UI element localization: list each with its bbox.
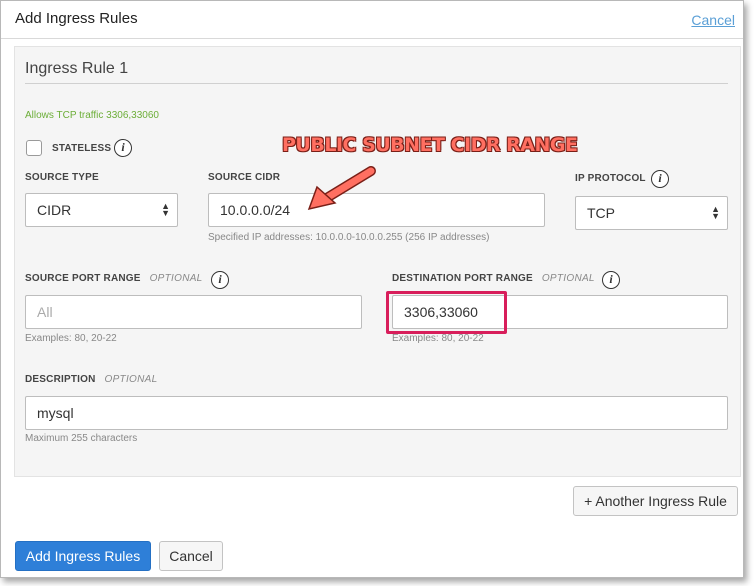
source-port-placeholder: All: [37, 304, 53, 320]
description-input[interactable]: mysql: [25, 396, 728, 430]
header-cancel-link[interactable]: Cancel: [691, 12, 735, 28]
rule-summary: Allows TCP traffic 3306,33060: [25, 110, 159, 121]
updown-chevron-icon: ▲ ▼: [711, 204, 720, 221]
source-cidr-label: SOURCE CIDR: [208, 172, 281, 183]
source-port-input[interactable]: All: [25, 295, 362, 329]
source-port-label: SOURCE PORT RANGE OPTIONAL: [25, 273, 203, 284]
add-ingress-rules-button[interactable]: Add Ingress Rules: [15, 541, 151, 571]
optional-tag: OPTIONAL: [149, 273, 203, 284]
description-label-text: DESCRIPTION: [25, 374, 96, 385]
description-label: DESCRIPTION OPTIONAL: [25, 374, 157, 385]
dest-port-highlight: [386, 291, 507, 334]
annotation-label: PUBLIC SUBNET CIDR RANGE: [282, 134, 578, 156]
source-type-value: CIDR: [37, 202, 72, 218]
ingress-rule-panel: Ingress Rule 1 Allows TCP traffic 3306,3…: [14, 46, 741, 477]
stateless-label: STATELESS: [52, 143, 112, 154]
dest-port-help: Examples: 80, 20-22: [392, 333, 484, 344]
ip-protocol-select[interactable]: TCP ▲ ▼: [575, 196, 728, 230]
optional-tag: OPTIONAL: [104, 374, 158, 385]
another-ingress-rule-button[interactable]: + Another Ingress Rule: [573, 486, 738, 516]
source-type-select[interactable]: CIDR ▲ ▼: [25, 193, 178, 227]
source-port-help: Examples: 80, 20-22: [25, 333, 117, 344]
info-icon[interactable]: i: [114, 139, 132, 157]
optional-tag: OPTIONAL: [541, 273, 595, 284]
source-type-label: SOURCE TYPE: [25, 172, 99, 183]
annotation-arrow-icon: [307, 166, 376, 211]
source-cidr-help: Specified IP addresses: 10.0.0.0-10.0.0.…: [208, 232, 490, 243]
stateless-checkbox[interactable]: [26, 140, 42, 156]
rule-title: Ingress Rule 1: [25, 60, 129, 77]
dest-port-label-text: DESTINATION PORT RANGE: [392, 273, 533, 284]
cancel-button[interactable]: Cancel: [159, 541, 223, 571]
dest-port-label: DESTINATION PORT RANGE OPTIONAL: [392, 273, 595, 284]
info-icon[interactable]: i: [602, 271, 620, 289]
info-icon[interactable]: i: [651, 170, 669, 188]
description-help: Maximum 255 characters: [25, 433, 138, 444]
info-icon[interactable]: i: [211, 271, 229, 289]
source-port-label-text: SOURCE PORT RANGE: [25, 273, 141, 284]
ip-protocol-value: TCP: [587, 205, 615, 221]
divider: [25, 83, 728, 84]
description-value: mysql: [37, 405, 74, 421]
dialog-title: Add Ingress Rules: [15, 10, 138, 27]
dialog-header: Add Ingress Rules Cancel: [1, 1, 743, 39]
add-ingress-rules-dialog: Add Ingress Rules Cancel Ingress Rule 1 …: [0, 0, 744, 578]
ip-protocol-label: IP PROTOCOL: [575, 173, 646, 184]
source-cidr-value: 10.0.0.0/24: [220, 202, 291, 218]
updown-chevron-icon: ▲ ▼: [161, 201, 170, 218]
